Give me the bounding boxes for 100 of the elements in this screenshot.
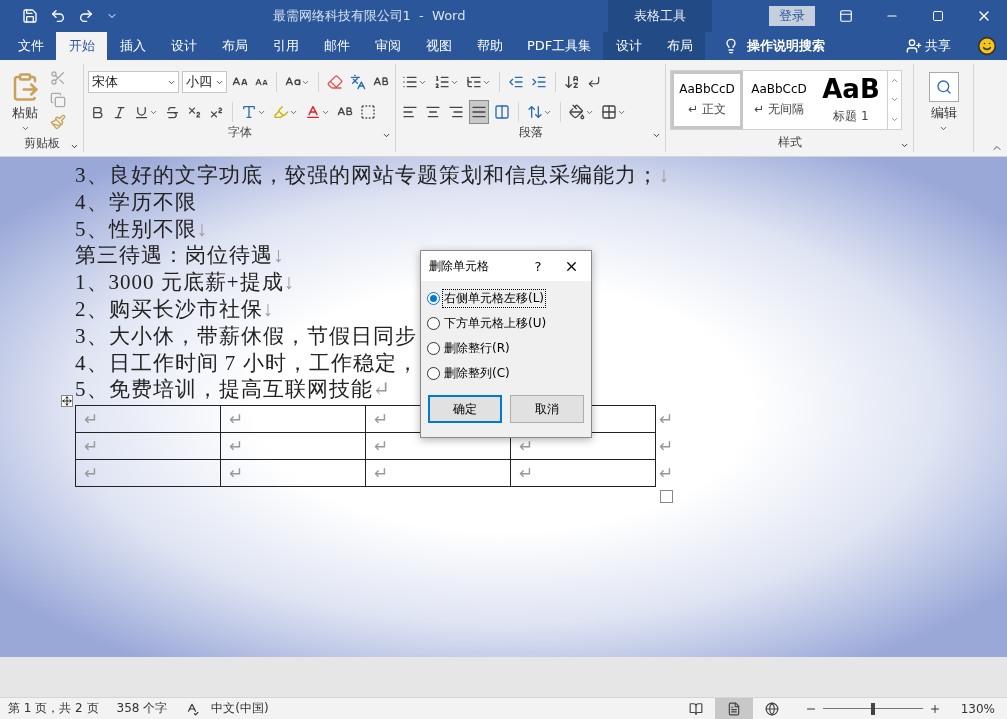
ribbon-tab[interactable]: 文件 [5, 32, 56, 60]
dialog-launcher-icon[interactable] [652, 131, 661, 140]
table-cell: ↵ [75, 405, 221, 434]
context-tab-label: 表格工具 [608, 0, 712, 32]
align-center-icon [425, 104, 441, 120]
smiley-icon[interactable] [977, 36, 997, 56]
help-button[interactable]: ? [525, 257, 551, 275]
font-size-field[interactable]: 小四 [181, 71, 228, 93]
highlighter-icon [273, 104, 289, 120]
paint-bucket-icon [569, 104, 585, 120]
enclose-icon [360, 104, 376, 120]
table-move-handle[interactable] [61, 395, 73, 408]
style-preview: AaBbCcD [751, 82, 807, 95]
group-label: 剪贴板 [23, 134, 60, 152]
person-plus-icon [906, 38, 922, 54]
share-button[interactable]: 共享 [900, 32, 957, 60]
option-label[interactable]: 右侧单元格左移(L) [442, 289, 547, 308]
zoom-thumb[interactable] [870, 702, 875, 715]
cancel-button[interactable]: 取消 [510, 395, 584, 423]
style-preview: AaBbCcD [679, 82, 735, 95]
document-paragraph: 第三待遇：岗位待遇↓ [75, 242, 285, 270]
style-item[interactable]: AaBbCcD ↵ 正文 [671, 71, 743, 129]
columns-icon [494, 104, 510, 120]
sign-in-button[interactable]: 登录 [769, 6, 815, 26]
align-right-icon [448, 104, 464, 120]
dialog-launcher-icon[interactable] [900, 141, 909, 150]
ribbon-tab[interactable]: 邮件 [311, 32, 362, 60]
italic-icon [112, 104, 127, 120]
save-icon[interactable] [22, 8, 38, 24]
subscript-icon [187, 104, 202, 120]
caret-icon [20, 124, 30, 133]
document-paragraph: 1、3000 元底薪+提成↓ [75, 269, 296, 296]
maximize-icon [932, 10, 944, 22]
text-effect-icon [241, 104, 257, 120]
page-icon [726, 701, 741, 716]
radio-button[interactable] [427, 342, 440, 355]
table-cell: ↵ [75, 459, 221, 488]
indent-icon [531, 74, 547, 90]
bullet-list-icon [402, 74, 418, 90]
proofing-icon[interactable] [185, 701, 200, 716]
eraser-icon [327, 74, 343, 90]
ribbon-tab[interactable]: 审阅 [362, 32, 413, 60]
redo-icon[interactable] [78, 8, 94, 24]
row-end-mark: ↵ [659, 462, 674, 483]
option-label[interactable]: 下方单元格上移(U) [442, 314, 549, 333]
ribbon-tab[interactable]: 设计 [603, 32, 655, 60]
globe-icon [764, 701, 779, 716]
document-paragraph: 4、日工作时间 7 小时，工作稳定， [75, 349, 419, 377]
radio-button[interactable] [427, 367, 440, 380]
style-name: ↵ 正文 [688, 100, 726, 118]
group-label: 字体 [227, 123, 252, 141]
undo-icon[interactable] [50, 8, 66, 24]
search-icon [928, 72, 959, 102]
print-layout-button[interactable] [714, 698, 753, 719]
paste-button[interactable]: 粘贴 [4, 70, 46, 135]
dialog-launcher-icon[interactable] [70, 142, 79, 151]
ok-button[interactable]: 确定 [428, 395, 502, 423]
ribbon-tab[interactable]: PDF工具集 [515, 32, 604, 60]
ribbon-tab[interactable]: 引用 [260, 32, 311, 60]
zoom-in-icon[interactable] [928, 702, 941, 715]
table-resize-handle[interactable] [660, 490, 673, 504]
ribbon-tab[interactable]: 插入 [107, 32, 158, 60]
numbered-list-icon [434, 74, 450, 90]
book-icon [688, 701, 703, 716]
font-name-field[interactable]: 宋体 [88, 71, 179, 93]
ribbon-tab[interactable]: 布局 [654, 32, 706, 60]
dialog-launcher-icon[interactable] [382, 131, 391, 140]
table-cell: ↵ [510, 459, 656, 488]
editing-button[interactable]: 编辑 [918, 70, 969, 135]
option-label[interactable]: 删除整列(C) [442, 364, 512, 383]
word-count: 358 个字 [116, 700, 168, 717]
superscript-icon [209, 104, 224, 120]
font-color-icon [305, 104, 321, 120]
radio-button[interactable] [427, 292, 440, 305]
bold-icon [90, 104, 105, 120]
grid-icon [601, 104, 617, 120]
ribbon-tab[interactable]: 开始 [56, 32, 107, 60]
document-paragraph: 3、良好的文字功底，较强的网站专题策划和信息采编能力；↓ [75, 162, 670, 189]
document-paragraph: 5、免费培训，提高互联网技能↵ [75, 376, 392, 404]
tell-me-search[interactable]: 操作说明搜索 [717, 32, 832, 60]
sort-icon [564, 74, 580, 90]
document-paragraph: 3、大小休，带薪休假，节假日同步 [75, 322, 417, 350]
justify-icon [471, 104, 487, 120]
page-count: 第 1 页，共 2 页 [8, 700, 99, 717]
row-end-mark: ↵ [659, 435, 674, 456]
justify-button[interactable] [469, 100, 489, 124]
caret-icon [939, 124, 948, 133]
strikethrough-icon [165, 104, 180, 120]
ribbon-tab[interactable]: 帮助 [464, 32, 515, 60]
ribbon-tab[interactable]: 布局 [209, 32, 260, 60]
return-arrow-icon [587, 75, 601, 89]
document-paragraph: 5、性别不限↓ [75, 215, 208, 243]
radio-button[interactable] [427, 317, 440, 330]
ribbon-tab[interactable]: 视图 [413, 32, 464, 60]
option-label[interactable]: 删除整行(R) [442, 339, 512, 358]
style-name: 标题 1 [833, 107, 869, 125]
group-label: 段落 [518, 123, 543, 141]
dialog-title: 删除单元格 [429, 257, 490, 275]
ribbon-tab[interactable]: 设计 [158, 32, 209, 60]
window-title: 最需网络科技有限公司1 - Word [271, 7, 467, 25]
